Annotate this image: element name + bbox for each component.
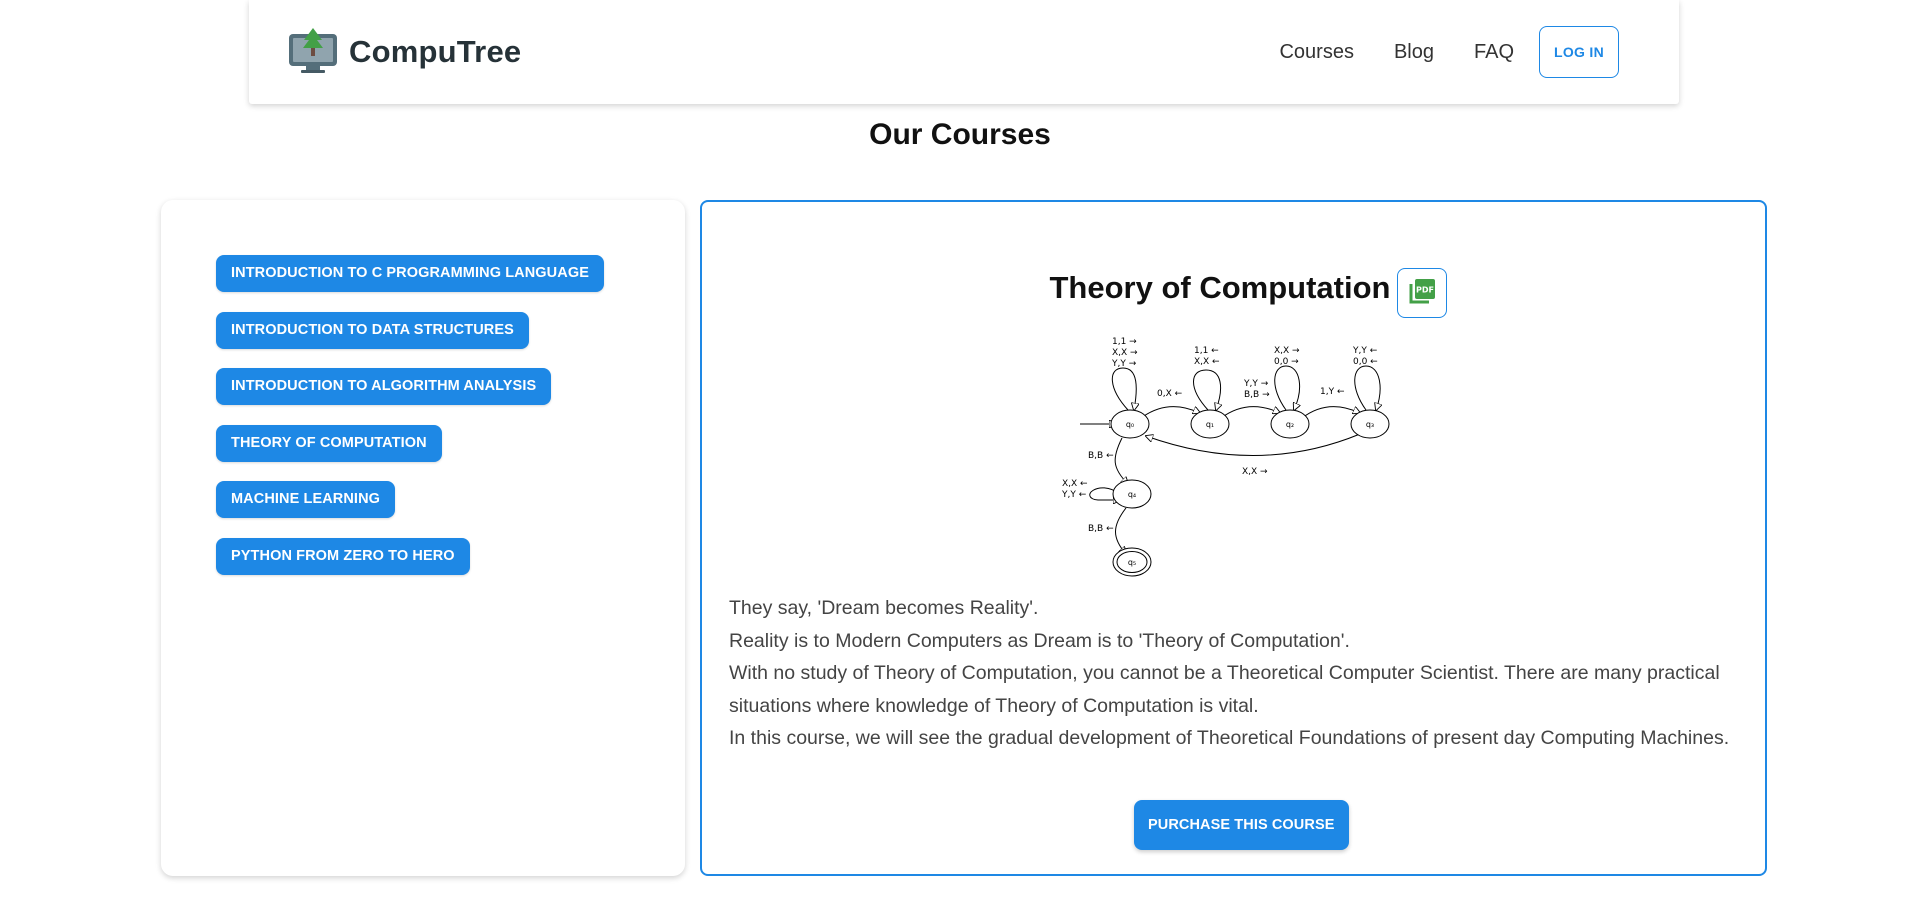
svg-text:q₁: q₁ [1206,420,1214,429]
label-q3-loop-1: Y,Y ← [1352,346,1378,356]
course-button-python[interactable]: PYTHON FROM ZERO TO HERO [216,537,470,575]
label-q1-q2-2: B,B → [1244,390,1270,400]
label-q1-loop-1: 1,1 ← [1194,346,1219,356]
svg-text:q₂: q₂ [1286,420,1294,429]
brand-name: CompuTree [349,34,522,69]
label-q3-loop-2: 0,0 ← [1353,357,1378,367]
label-q2-q3: 1,Y ← [1320,387,1345,397]
label-q4-loop-2: Y,Y ← [1061,490,1087,500]
label-q0-loop-2: X,X → [1112,348,1138,358]
svg-text:q₅: q₅ [1128,558,1136,567]
svg-text:PDF: PDF [1417,285,1435,294]
description-line-3: With no study of Theory of Computation, … [729,662,1720,717]
nav-faq-link[interactable]: FAQ [1474,41,1514,64]
label-q0-loop-3: Y,Y → [1111,359,1137,369]
purchase-course-button[interactable]: PURCHASE THIS COURSE [1134,800,1349,850]
description-line-1: They say, 'Dream becomes Reality'. [729,597,1039,619]
description-line-4: In this course, we will see the gradual … [729,727,1730,749]
top-navbar: CompuTree Courses Blog FAQ LOG IN [249,0,1679,104]
course-button-theory-of-computation[interactable]: THEORY OF COMPUTATION [216,424,442,462]
course-title: Theory of Computation [1049,270,1391,305]
pdf-icon: PDF [1407,276,1437,311]
nav-blog-link[interactable]: Blog [1394,41,1434,64]
login-button[interactable]: LOG IN [1539,26,1619,78]
nav-courses-link[interactable]: Courses [1279,41,1353,64]
svg-text:q₀: q₀ [1126,420,1134,429]
label-q2-loop-1: X,X → [1274,346,1300,356]
description-line-2: Reality is to Modern Computers as Dream … [729,629,1350,652]
monitor-tree-icon [287,26,339,79]
label-q0-loop-1: 1,1 → [1112,337,1137,347]
label-q1-loop-2: X,X ← [1194,357,1220,367]
main-nav: Courses Blog FAQ LOG IN [1279,26,1619,78]
label-q4-q5: B,B ← [1088,524,1114,534]
label-q0-q1: 0,X ← [1157,389,1183,399]
label-q4-loop-1: X,X ← [1062,479,1088,489]
course-description: They say, 'Dream becomes Reality'. Reali… [729,592,1749,755]
svg-text:q₄: q₄ [1128,490,1136,499]
page-title: Our Courses [869,118,1051,151]
label-q1-q2-1: Y,Y → [1243,379,1269,389]
course-header: Theory of Computation PDF [702,258,1765,318]
course-button-machine-learning[interactable]: MACHINE LEARNING [216,481,396,518]
course-detail-panel: Theory of Computation PDF q₀ q₁ q₂ q₃ q₄… [700,200,1767,876]
label-q2-loop-2: 0,0 → [1274,357,1299,367]
turing-machine-diagram: q₀ q₁ q₂ q₃ q₄ q₅ 1,1 → X,X → Y,Y → 0,X … [1058,328,1408,578]
label-q3-q0: X,X → [1242,467,1268,477]
svg-text:q₃: q₃ [1366,420,1374,429]
label-q0-q4: B,B ← [1088,451,1114,461]
pdf-download-button[interactable]: PDF [1397,268,1448,318]
course-list-panel: INTRODUCTION TO C PROGRAMMING LANGUAGE I… [161,200,685,876]
course-button-c-programming[interactable]: INTRODUCTION TO C PROGRAMMING LANGUAGE [216,255,604,292]
brand-logo-link[interactable]: CompuTree [287,26,521,79]
course-button-data-structures[interactable]: INTRODUCTION TO DATA STRUCTURES [216,311,529,349]
course-button-algorithm-analysis[interactable]: INTRODUCTION TO ALGORITHM ANALYSIS [216,368,552,405]
